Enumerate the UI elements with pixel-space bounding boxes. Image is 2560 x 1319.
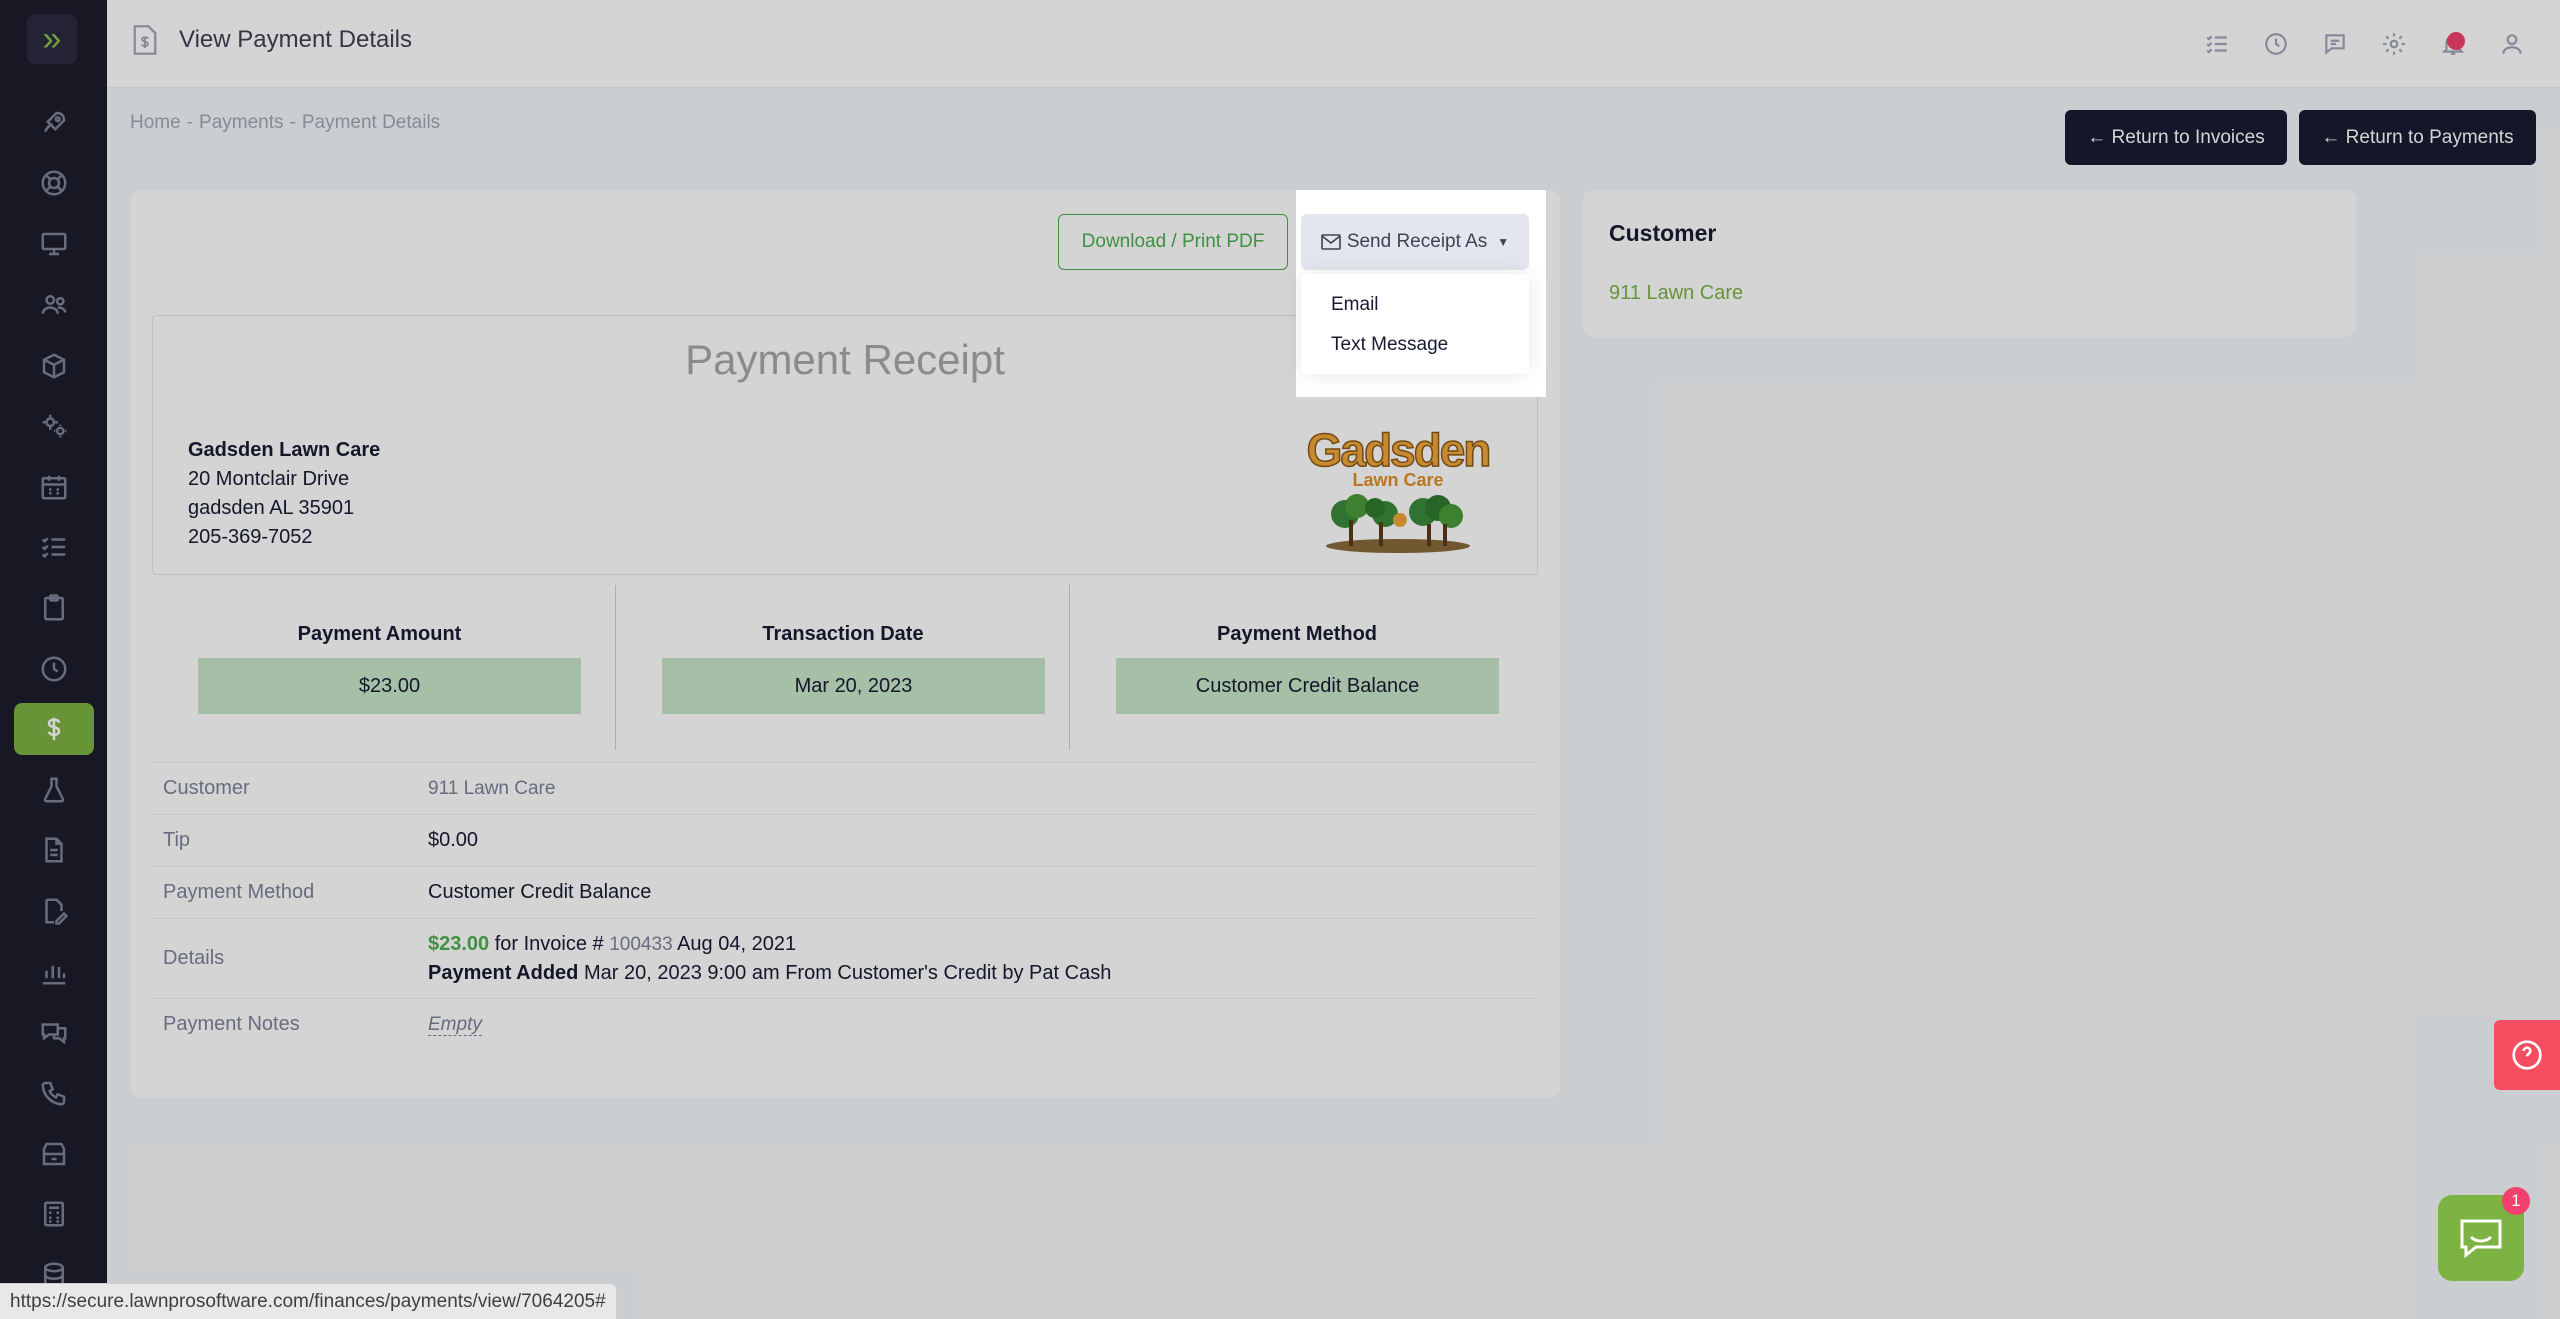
send-receipt-spotlight: Send Receipt As ▼ Email Text Message [1296,190,1546,397]
send-receipt-dropdown-button[interactable]: Send Receipt As ▼ [1301,214,1529,270]
chat-icon [2460,1219,2502,1259]
chat-unread-badge: 1 [2502,1187,2530,1215]
send-receipt-menu: Email Text Message [1301,274,1529,374]
modal-backdrop [0,0,2560,1319]
question-circle-icon [2512,1040,2542,1070]
envelope-icon [1321,234,1341,250]
chat-launcher-button[interactable]: 1 [2438,1187,2530,1281]
browser-status-url: https://secure.lawnprosoftware.com/finan… [0,1283,617,1319]
help-button[interactable] [2494,1020,2560,1090]
send-receipt-label: Send Receipt As [1346,231,1488,252]
menu-item-text-message[interactable]: Text Message [1331,334,1448,356]
menu-item-email[interactable]: Email [1331,294,1379,316]
caret-down-icon: ▼ [1497,235,1510,249]
